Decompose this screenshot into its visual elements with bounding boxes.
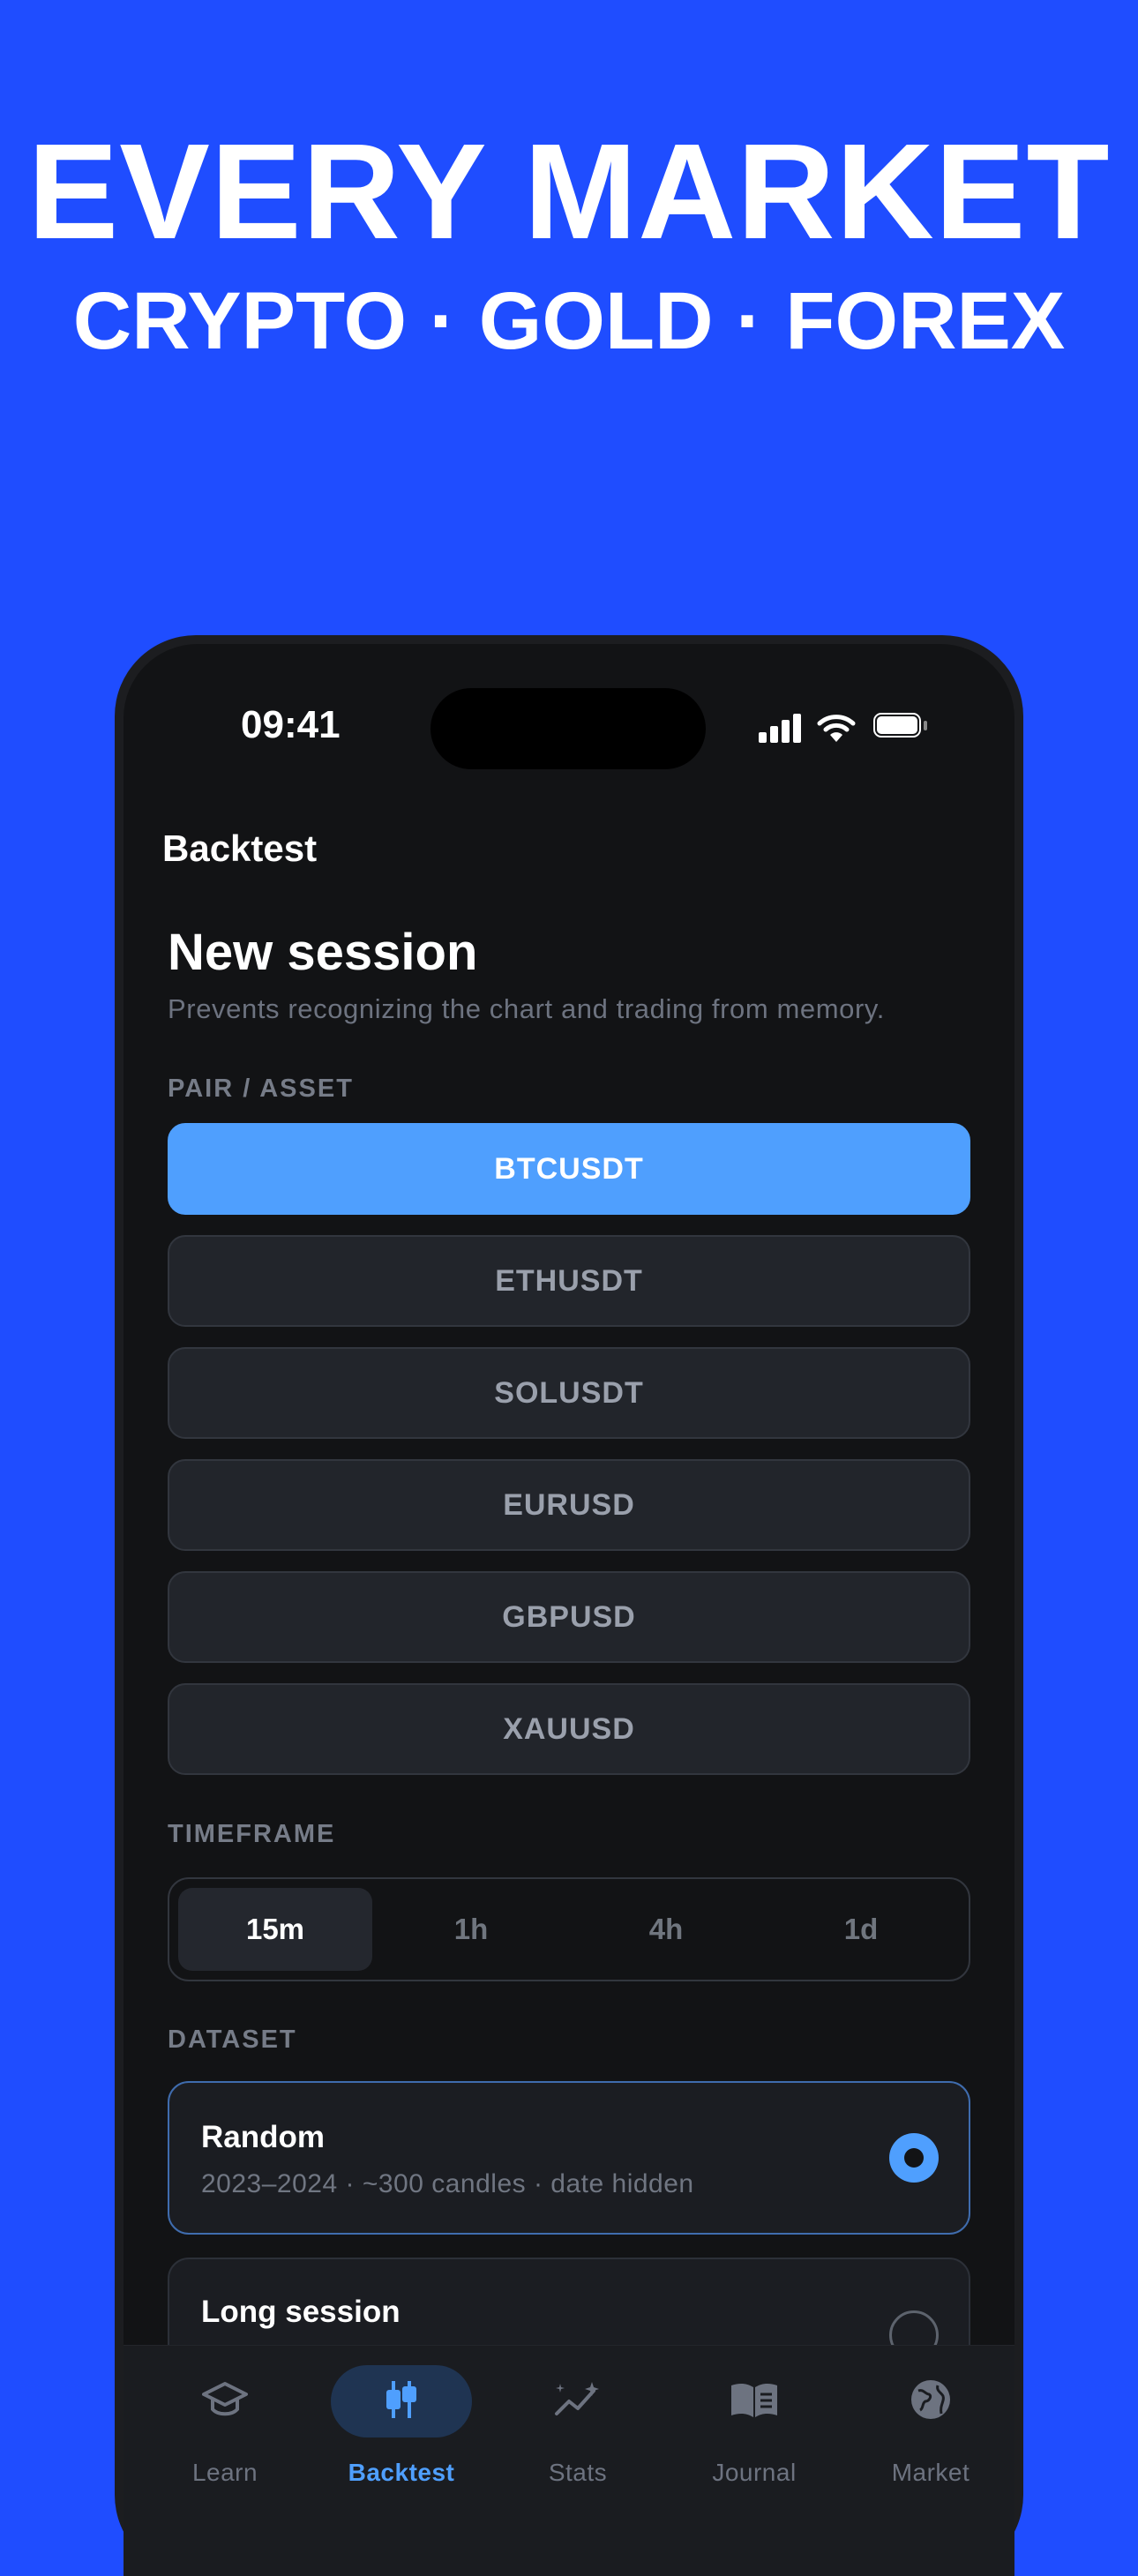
pair-option-gbpusd[interactable]: GBPUSD — [168, 1571, 970, 1663]
tab-label: Market — [891, 2459, 970, 2486]
dataset-option-title: Random — [201, 2120, 325, 2154]
dataset-option-random[interactable]: Random 2023–2024 · ~300 candles · date h… — [168, 2081, 970, 2235]
timeframe-label: TIMEFRAME — [168, 1820, 336, 1848]
timeframe-segmented-control: 15m 1h 4h 1d — [168, 1877, 970, 1981]
tab-learn[interactable]: Learn — [137, 2346, 313, 2522]
pair-option-eurusd[interactable]: EURUSD — [168, 1459, 970, 1551]
candlestick-icon — [382, 2379, 421, 2424]
pair-option-solusdt[interactable]: SOLUSDT — [168, 1347, 970, 1439]
pair-label: PAIR / ASSET — [168, 1075, 354, 1103]
tab-market[interactable]: Market — [842, 2346, 1014, 2522]
dataset-option-description: 2023–2024 · ~300 candles · date hidden — [201, 2169, 694, 2198]
timeframe-option-15m[interactable]: 15m — [178, 1888, 372, 1971]
pair-option-btcusdt[interactable]: BTCUSDT — [168, 1123, 970, 1215]
tab-label: Backtest — [348, 2459, 455, 2486]
timeframe-option-1d[interactable]: 1d — [764, 1888, 958, 1971]
book-icon — [729, 2380, 780, 2423]
dynamic-island — [430, 688, 706, 769]
signal-icon — [759, 713, 803, 743]
tab-label: Learn — [191, 2459, 258, 2486]
dataset-option-title: Long session — [201, 2295, 401, 2329]
phone-screen: 09:41 Backtest New session Prevents reco… — [124, 644, 1014, 2576]
tab-label: Journal — [712, 2459, 797, 2486]
timeframe-option-4h[interactable]: 4h — [569, 1888, 763, 1971]
timeframe-option-1h[interactable]: 1h — [374, 1888, 568, 1971]
status-time: 09:41 — [241, 703, 341, 746]
hero-headline: EVERY MARKET — [27, 116, 1111, 267]
tab-journal[interactable]: Journal — [666, 2346, 842, 2522]
battery-icon — [873, 713, 928, 739]
graduation-cap-icon — [202, 2380, 248, 2423]
nav-title: Backtest — [162, 827, 318, 869]
chart-sparkle-icon — [553, 2380, 603, 2423]
radio-selected-icon — [889, 2133, 939, 2183]
phone-frame: 09:41 Backtest New session Prevents reco… — [115, 635, 1023, 2576]
page-title: New session — [168, 924, 478, 981]
tab-stats[interactable]: Stats — [490, 2346, 666, 2522]
dataset-label: DATASET — [168, 2026, 297, 2054]
pair-option-xauusd[interactable]: XAUUSD — [168, 1683, 970, 1775]
tab-backtest[interactable]: Backtest — [313, 2346, 490, 2522]
pair-option-ethusdt[interactable]: ETHUSDT — [168, 1235, 970, 1327]
page-description: Prevents recognizing the chart and tradi… — [168, 993, 885, 1024]
tab-label: Stats — [548, 2459, 608, 2486]
tab-bar: Learn Backtest Stats Journal Market — [124, 2345, 1014, 2576]
wifi-icon — [817, 713, 856, 743]
globe-icon — [910, 2378, 952, 2425]
hero-subline: CRYPTO · GOLD · FOREX — [72, 276, 1066, 366]
